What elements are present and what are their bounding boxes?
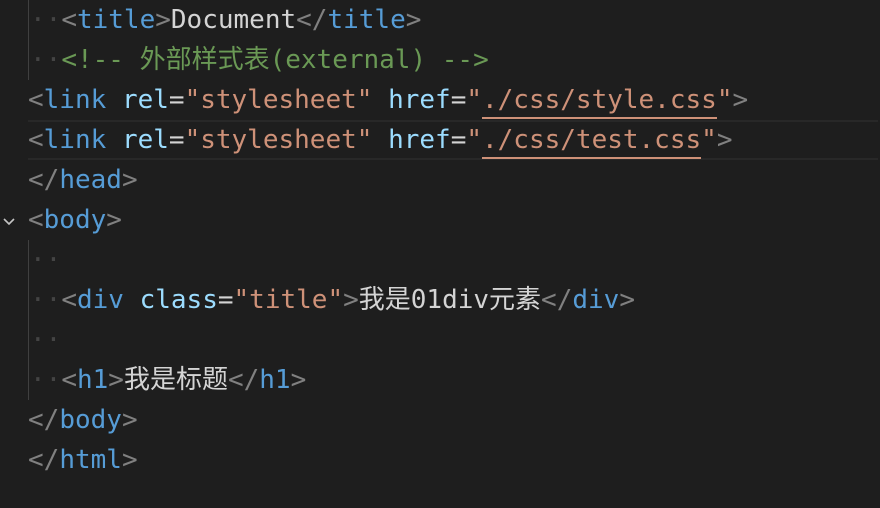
chevron-down-icon[interactable]: [2, 200, 16, 240]
whitespace-marker: ··: [30, 365, 62, 395]
whitespace-marker: ··: [30, 245, 62, 275]
code-line-div[interactable]: ··<div class="title">我是01div元素</div>: [30, 280, 880, 320]
tag-bracket: </: [28, 165, 60, 195]
tag-bracket: >: [121, 445, 138, 475]
tag-bracket: >: [106, 205, 122, 235]
tag-name: link: [43, 125, 107, 155]
tag-name: body: [43, 205, 107, 235]
tag-name: html: [59, 445, 122, 475]
code-line-body-open[interactable]: <body>: [28, 200, 878, 240]
quote: ": [701, 125, 717, 155]
attribute-name: rel: [121, 85, 169, 115]
tag-name: title: [327, 5, 406, 35]
tag-bracket: <: [61, 285, 77, 315]
tag-bracket: </: [28, 445, 60, 475]
tag-bracket: <: [61, 365, 77, 395]
tag-bracket: >: [716, 125, 733, 155]
text-content: Document: [170, 5, 297, 35]
text-content: 我是01div元素: [358, 285, 542, 315]
quote: ": [716, 85, 733, 115]
tag-bracket: <: [28, 85, 44, 115]
indent-guide: [28, 240, 29, 400]
tag-name: div: [76, 285, 124, 315]
tag-name: body: [59, 405, 122, 435]
attribute-name: href: [388, 125, 451, 155]
tag-bracket: </: [541, 285, 573, 315]
tag-name: head: [59, 165, 122, 195]
code-line-body-close[interactable]: </body>: [28, 400, 878, 440]
href-link[interactable]: ./css/style.css: [482, 85, 717, 119]
tag-name: h1: [259, 365, 291, 395]
tag-bracket: </: [296, 5, 328, 35]
attribute-name: class: [139, 285, 218, 315]
code-line-comment[interactable]: ··<!-- 外部样式表(external) -->: [30, 40, 880, 80]
code-line-title[interactable]: ··<title>Document</title>: [30, 0, 880, 40]
tag-bracket: <: [28, 125, 44, 155]
code-line-blank[interactable]: ··: [30, 240, 880, 280]
comment-text: <!-- 外部样式表(external) -->: [61, 45, 489, 75]
tag-bracket: <: [61, 5, 77, 35]
equals-sign: =: [168, 85, 185, 115]
tag-bracket: >: [108, 365, 124, 395]
code-line-link-test[interactable]: <link rel="stylesheet" href="./css/test.…: [28, 120, 878, 160]
tag-bracket: >: [290, 365, 307, 395]
attribute-value: "stylesheet": [184, 85, 373, 115]
tag-bracket: >: [619, 285, 635, 315]
tag-bracket: >: [405, 5, 422, 35]
tag-name: h1: [76, 365, 109, 395]
attribute-value: "stylesheet": [184, 125, 373, 155]
attribute-name: rel: [121, 125, 169, 155]
equals-sign: =: [217, 285, 234, 315]
tag-name: title: [76, 5, 156, 35]
code-editor[interactable]: ··<title>Document</title> ··<!-- 外部样式表(e…: [0, 0, 880, 508]
tag-bracket: >: [343, 285, 359, 315]
equals-sign: =: [450, 85, 467, 115]
tag-name: link: [43, 85, 107, 115]
tag-bracket: >: [155, 5, 171, 35]
quote: ": [466, 125, 482, 155]
indent-guide: [28, 0, 29, 80]
equals-sign: =: [450, 125, 467, 155]
href-link[interactable]: ./css/test.css: [482, 125, 702, 159]
quote: ": [466, 85, 482, 115]
equals-sign: =: [168, 125, 185, 155]
code-line-head-close[interactable]: </head>: [28, 160, 878, 200]
whitespace-marker: ··: [30, 285, 62, 315]
attribute-name: href: [388, 85, 451, 115]
tag-bracket: </: [28, 405, 60, 435]
tag-bracket: >: [121, 165, 138, 195]
tag-bracket: >: [732, 85, 749, 115]
text-content: 我是标题: [123, 365, 228, 395]
tag-bracket: </: [227, 365, 260, 395]
tag-name: div: [572, 285, 620, 315]
attribute-value: "title": [233, 285, 344, 315]
code-line-link-style[interactable]: <link rel="stylesheet" href="./css/style…: [28, 80, 878, 120]
tag-bracket: <: [28, 205, 44, 235]
tag-bracket: >: [121, 405, 138, 435]
code-line-blank[interactable]: ··: [30, 320, 880, 360]
whitespace-marker: ··: [30, 5, 62, 35]
whitespace-marker: ··: [30, 325, 62, 355]
whitespace-marker: ··: [30, 45, 62, 75]
code-line-h1[interactable]: ··<h1>我是标题</h1>: [30, 360, 880, 400]
code-line-html-close[interactable]: </html>: [28, 440, 878, 480]
